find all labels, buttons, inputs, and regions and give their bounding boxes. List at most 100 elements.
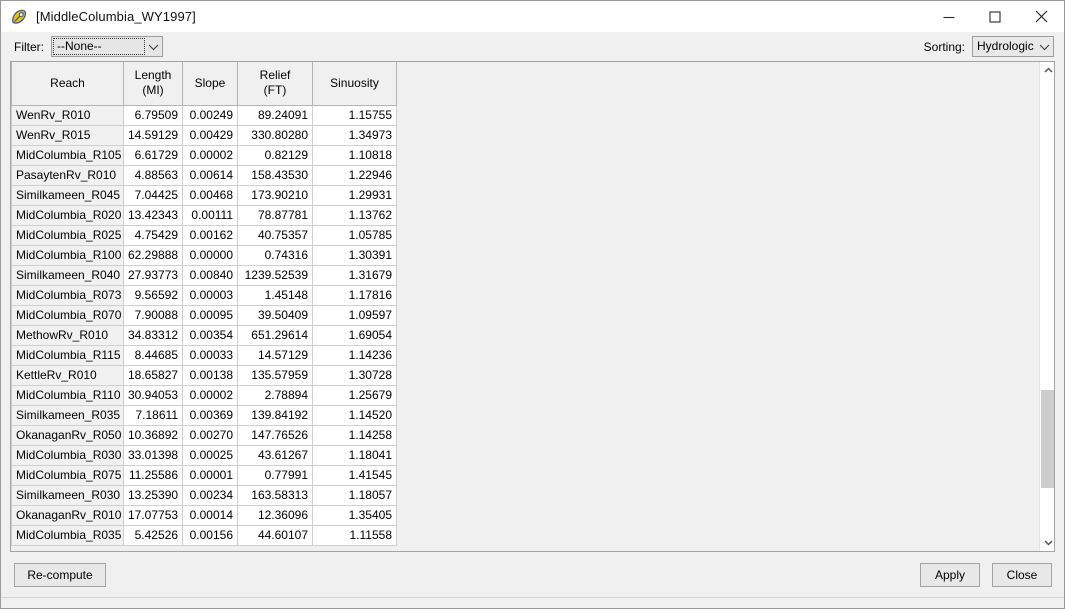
cell-slope[interactable]: 0.00270 (182, 425, 238, 446)
cell-reach[interactable]: MidColumbia_R100 (11, 245, 124, 266)
apply-button[interactable]: Apply (920, 562, 980, 587)
cell-reach[interactable]: PasaytenRv_R010 (11, 165, 124, 186)
cell-relief[interactable]: 0.74316 (237, 245, 313, 266)
table-row[interactable]: MidColumbia_R035 5.42526 0.00156 44.60107 1.… (11, 525, 397, 546)
cell-sinuosity[interactable]: 1.41545 (312, 465, 397, 486)
cell-slope[interactable]: 0.00156 (182, 525, 238, 546)
cell-reach[interactable]: Similkameen_R030 (11, 485, 124, 506)
table-row[interactable]: MidColumbia_R115 8.44685 0.00033 14.57129 1.… (11, 345, 397, 366)
cell-reach[interactable]: Similkameen_R040 (11, 265, 124, 286)
cell-slope[interactable]: 0.00234 (182, 485, 238, 506)
cell-length[interactable]: 6.79509 (123, 105, 183, 126)
cell-length[interactable]: 11.25586 (123, 465, 183, 486)
cell-reach[interactable]: WenRv_R015 (11, 125, 124, 146)
cell-length[interactable]: 34.83312 (123, 325, 183, 346)
cell-length[interactable]: 27.93773 (123, 265, 183, 286)
cell-slope[interactable]: 0.00162 (182, 225, 238, 246)
column-header-length[interactable]: Length (MI) (123, 62, 183, 106)
cell-length[interactable]: 7.90088 (123, 305, 183, 326)
cell-relief[interactable]: 89.24091 (237, 105, 313, 126)
cell-slope[interactable]: 0.00369 (182, 405, 238, 426)
cell-reach[interactable]: MidColumbia_R110 (11, 385, 124, 406)
cell-sinuosity[interactable]: 1.31679 (312, 265, 397, 286)
table-row[interactable]: WenRv_R010 6.79509 0.00249 89.24091 1.15755 (11, 105, 397, 126)
cell-sinuosity[interactable]: 1.25679 (312, 385, 397, 406)
cell-length[interactable]: 7.04425 (123, 185, 183, 206)
filter-select[interactable]: --None-- (51, 36, 163, 57)
cell-length[interactable]: 4.88563 (123, 165, 183, 186)
cell-reach[interactable]: MidColumbia_R115 (11, 345, 124, 366)
table-row[interactable]: MidColumbia_R105 6.61729 0.00002 0.82129 1.1… (11, 145, 397, 166)
column-header-reach[interactable]: Reach (11, 62, 124, 106)
cell-reach[interactable]: MidColumbia_R020 (11, 205, 124, 226)
cell-relief[interactable]: 139.84192 (237, 405, 313, 426)
cell-reach[interactable]: Similkameen_R035 (11, 405, 124, 426)
cell-sinuosity[interactable]: 1.35405 (312, 505, 397, 526)
cell-reach[interactable]: MidColumbia_R030 (11, 445, 124, 466)
cell-relief[interactable]: 12.36096 (237, 505, 313, 526)
cell-sinuosity[interactable]: 1.17816 (312, 285, 397, 306)
cell-slope[interactable]: 0.00002 (182, 385, 238, 406)
cell-relief[interactable]: 163.58313 (237, 485, 313, 506)
cell-slope[interactable]: 0.00614 (182, 165, 238, 186)
minimize-icon[interactable] (926, 1, 972, 32)
cell-length[interactable]: 7.18611 (123, 405, 183, 426)
table-row[interactable]: MidColumbia_R020 13.42343 0.00111 78.87781 1… (11, 205, 397, 226)
cell-reach[interactable]: MidColumbia_R070 (11, 305, 124, 326)
cell-slope[interactable]: 0.00001 (182, 465, 238, 486)
cell-relief[interactable]: 2.78894 (237, 385, 313, 406)
cell-reach[interactable]: OkanaganRv_R050 (11, 425, 124, 446)
cell-slope[interactable]: 0.00111 (182, 205, 238, 226)
cell-reach[interactable]: MidColumbia_R025 (11, 225, 124, 246)
cell-length[interactable]: 9.56592 (123, 285, 183, 306)
cell-relief[interactable]: 330.80280 (237, 125, 313, 146)
cell-reach[interactable]: Similkameen_R045 (11, 185, 124, 206)
cell-slope[interactable]: 0.00095 (182, 305, 238, 326)
cell-reach[interactable]: MidColumbia_R105 (11, 145, 124, 166)
cell-sinuosity[interactable]: 1.10818 (312, 145, 397, 166)
cell-reach[interactable]: KettleRv_R010 (11, 365, 124, 386)
cell-length[interactable]: 62.29888 (123, 245, 183, 266)
cell-sinuosity[interactable]: 1.14520 (312, 405, 397, 426)
cell-slope[interactable]: 0.00033 (182, 345, 238, 366)
close-button[interactable]: Close (992, 562, 1052, 587)
cell-reach[interactable]: OkanaganRv_R010 (11, 505, 124, 526)
column-header-relief[interactable]: Relief (FT) (237, 62, 313, 106)
cell-length[interactable]: 13.25390 (123, 485, 183, 506)
table-row[interactable]: KettleRv_R010 18.65827 0.00138 135.57959 1.3… (11, 365, 397, 386)
table-row[interactable]: Similkameen_R030 13.25390 0.00234 163.58313… (11, 485, 397, 506)
table-row[interactable]: Similkameen_R040 27.93773 0.00840 1239.5253… (11, 265, 397, 286)
cell-slope[interactable]: 0.00025 (182, 445, 238, 466)
cell-slope[interactable]: 0.00468 (182, 185, 238, 206)
cell-relief[interactable]: 1239.52539 (237, 265, 313, 286)
cell-relief[interactable]: 173.90210 (237, 185, 313, 206)
scrollbar-thumb[interactable] (1041, 390, 1054, 488)
cell-slope[interactable]: 0.00840 (182, 265, 238, 286)
cell-sinuosity[interactable]: 1.22946 (312, 165, 397, 186)
cell-relief[interactable]: 147.76526 (237, 425, 313, 446)
cell-slope[interactable]: 0.00354 (182, 325, 238, 346)
table-row[interactable]: MidColumbia_R070 7.90088 0.00095 39.50409 1.… (11, 305, 397, 326)
vertical-scrollbar[interactable] (1039, 62, 1054, 551)
cell-sinuosity[interactable]: 1.09597 (312, 305, 397, 326)
cell-relief[interactable]: 135.57959 (237, 365, 313, 386)
cell-relief[interactable]: 39.50409 (237, 305, 313, 326)
cell-sinuosity[interactable]: 1.34973 (312, 125, 397, 146)
column-header-slope[interactable]: Slope (182, 62, 238, 106)
chevron-up-icon[interactable] (1040, 62, 1054, 79)
cell-length[interactable]: 6.61729 (123, 145, 183, 166)
maximize-icon[interactable] (972, 1, 1018, 32)
cell-reach[interactable]: MidColumbia_R075 (11, 465, 124, 486)
cell-sinuosity[interactable]: 1.14258 (312, 425, 397, 446)
cell-sinuosity[interactable]: 1.05785 (312, 225, 397, 246)
cell-length[interactable]: 17.07753 (123, 505, 183, 526)
cell-length[interactable]: 5.42526 (123, 525, 183, 546)
cell-sinuosity[interactable]: 1.30391 (312, 245, 397, 266)
table-row[interactable]: MidColumbia_R075 11.25586 0.00001 0.77991 1.… (11, 465, 397, 486)
close-icon[interactable] (1018, 1, 1064, 32)
table-row[interactable]: WenRv_R015 14.59129 0.00429 330.80280 1.3497… (11, 125, 397, 146)
cell-slope[interactable]: 0.00002 (182, 145, 238, 166)
cell-slope[interactable]: 0.00000 (182, 245, 238, 266)
cell-reach[interactable]: MethowRv_R010 (11, 325, 124, 346)
cell-sinuosity[interactable]: 1.11558 (312, 525, 397, 546)
